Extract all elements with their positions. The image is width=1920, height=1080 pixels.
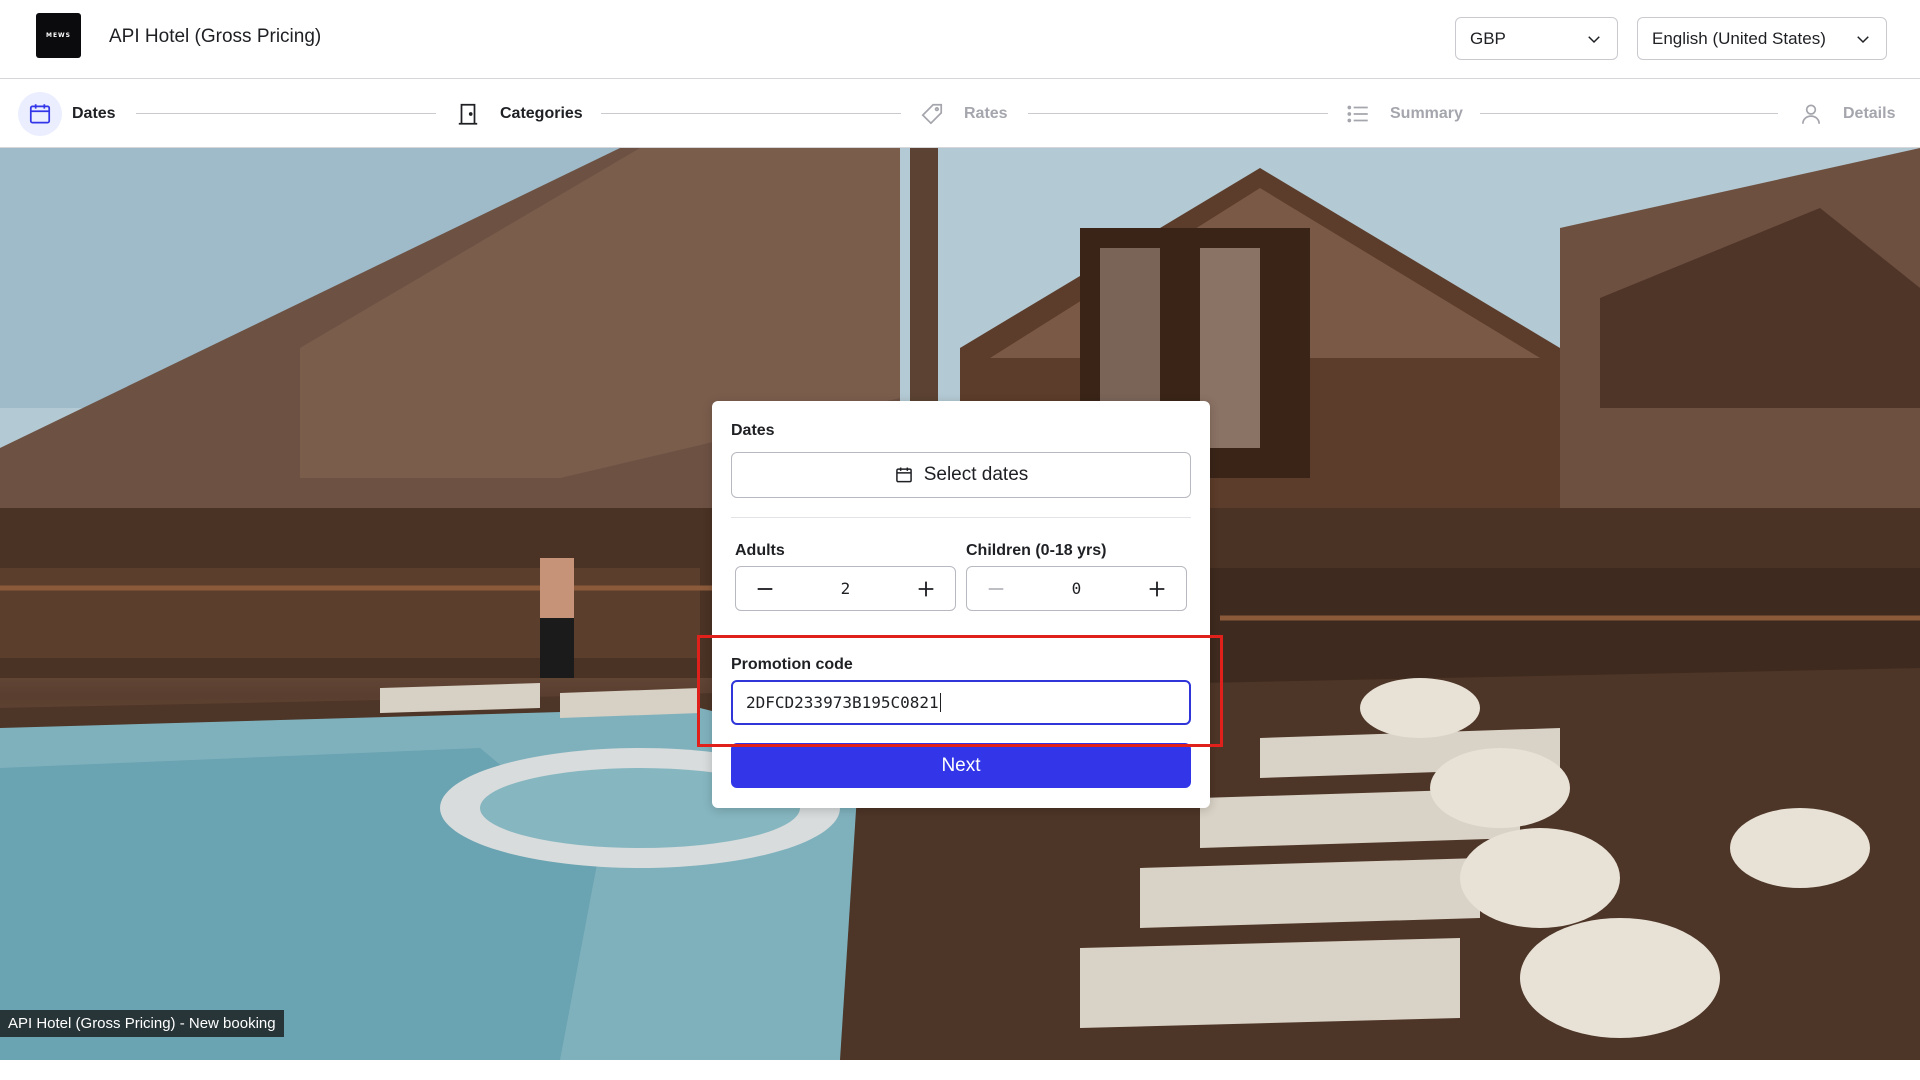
chevron-down-icon — [1857, 35, 1869, 43]
step-connector — [136, 113, 436, 114]
calendar-icon — [895, 467, 912, 483]
top-header: MEWS API Hotel (Gross Pricing) GBP Engli… — [0, 0, 1920, 79]
step-connector — [601, 113, 901, 114]
step-label: Rates — [964, 104, 1008, 122]
adults-stepper: 2 — [735, 566, 956, 611]
step-label: Dates — [72, 104, 116, 122]
step-label: Categories — [500, 104, 583, 122]
door-icon — [446, 92, 490, 136]
bottom-strip — [0, 1060, 1920, 1080]
dates-label: Dates — [731, 422, 775, 439]
hotel-name: API Hotel (Gross Pricing) — [109, 26, 322, 47]
select-dates-label: Select dates — [923, 464, 1029, 485]
step-categories[interactable]: Categories — [446, 79, 583, 148]
adults-label: Adults — [735, 542, 785, 559]
step-dates[interactable]: Dates — [18, 79, 116, 148]
mews-logo: MEWS — [36, 13, 81, 58]
select-dates-button[interactable]: Select dates — [731, 452, 1191, 498]
currency-value: GBP — [1470, 28, 1506, 48]
children-stepper: 0 — [966, 566, 1187, 611]
step-connector — [1480, 113, 1778, 114]
step-summary[interactable]: Summary — [1336, 79, 1463, 148]
next-button[interactable]: Next — [731, 743, 1191, 788]
children-value: 0 — [1071, 579, 1082, 598]
highlight-box — [697, 635, 1223, 747]
user-icon — [1789, 92, 1833, 136]
tag-icon — [910, 92, 954, 136]
children-increment-button[interactable] — [1144, 576, 1170, 602]
language-value: English (United States) — [1652, 28, 1826, 48]
step-label: Summary — [1390, 104, 1463, 122]
calendar-icon — [18, 91, 62, 136]
logo-text: MEWS — [45, 32, 71, 39]
step-details[interactable]: Details — [1789, 79, 1895, 148]
list-icon — [1336, 92, 1380, 136]
minus-icon — [757, 587, 773, 590]
minus-icon — [988, 587, 1004, 590]
step-label: Details — [1843, 104, 1896, 122]
children-decrement-button[interactable] — [983, 576, 1009, 602]
booking-stepper: Dates Categories Rates Summary Details — [0, 79, 1920, 148]
booking-caption: API Hotel (Gross Pricing) - New booking — [0, 1010, 284, 1037]
divider — [731, 517, 1191, 518]
plus-icon — [918, 581, 934, 596]
plus-icon — [1149, 581, 1165, 596]
children-label: Children (0-18 yrs) — [966, 542, 1107, 559]
step-connector — [1028, 113, 1328, 114]
adults-value: 2 — [840, 579, 851, 598]
adults-increment-button[interactable] — [913, 576, 939, 602]
currency-select[interactable]: GBP — [1455, 17, 1618, 60]
language-select[interactable]: English (United States) — [1637, 17, 1887, 60]
step-rates[interactable]: Rates — [910, 79, 1008, 148]
chevron-down-icon — [1588, 35, 1600, 43]
adults-decrement-button[interactable] — [752, 576, 778, 602]
